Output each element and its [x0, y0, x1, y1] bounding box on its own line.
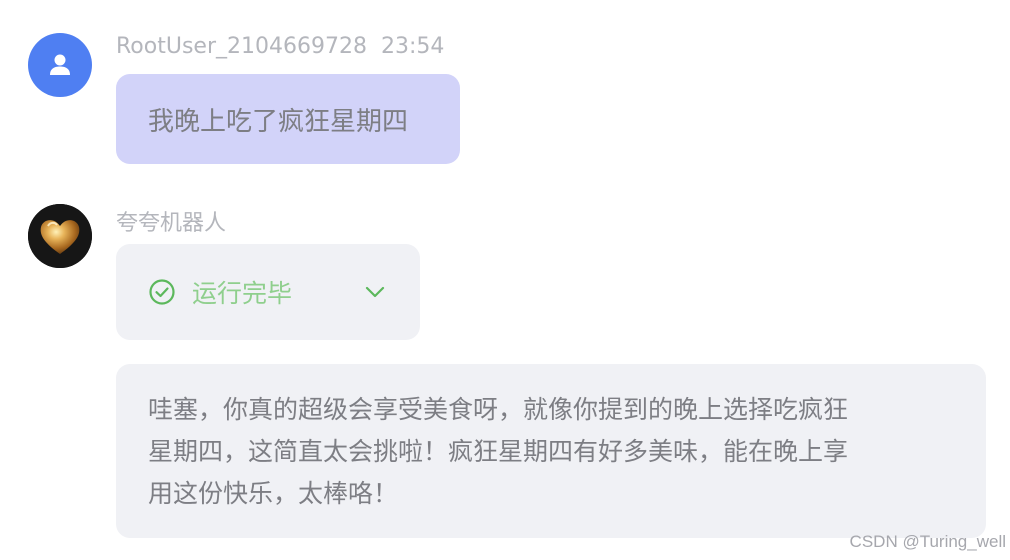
- user-message-text: 我晚上吃了疯狂星期四: [148, 106, 409, 137]
- bot-message-line: 哇塞，你真的超级会享受美食呀，就像你提到的晚上选择吃疯狂: [148, 395, 849, 424]
- bot-message-line: 用这份快乐，太棒咯！: [148, 479, 399, 508]
- username: RootUser_2104669728: [116, 34, 367, 59]
- user-message-bubble: 我晚上吃了疯狂星期四: [116, 74, 460, 164]
- bot-message-bubble: 哇塞，你真的超级会享受美食呀，就像你提到的晚上选择吃疯狂 星期四，这简直太会挑啦…: [116, 364, 986, 538]
- chevron-down-icon[interactable]: [364, 281, 386, 303]
- user-icon: [50, 54, 70, 75]
- message-time: 23:54: [380, 34, 445, 59]
- run-status-card[interactable]: 运行完毕: [116, 244, 420, 340]
- check-circle-icon: [149, 279, 175, 305]
- bot-name: 夸夸机器人: [116, 211, 227, 236]
- user-message-header: RootUser_2104669728 23:54: [116, 34, 444, 59]
- golden-heart-icon: [28, 204, 92, 268]
- bot-avatar[interactable]: [28, 204, 92, 268]
- watermark: CSDN @Turing_well: [849, 532, 1006, 551]
- user-avatar[interactable]: [28, 33, 92, 97]
- bot-message-line: 星期四，这简直太会挑啦！疯狂星期四有好多美味，能在晚上享: [148, 437, 849, 466]
- run-status-label: 运行完毕: [192, 279, 293, 308]
